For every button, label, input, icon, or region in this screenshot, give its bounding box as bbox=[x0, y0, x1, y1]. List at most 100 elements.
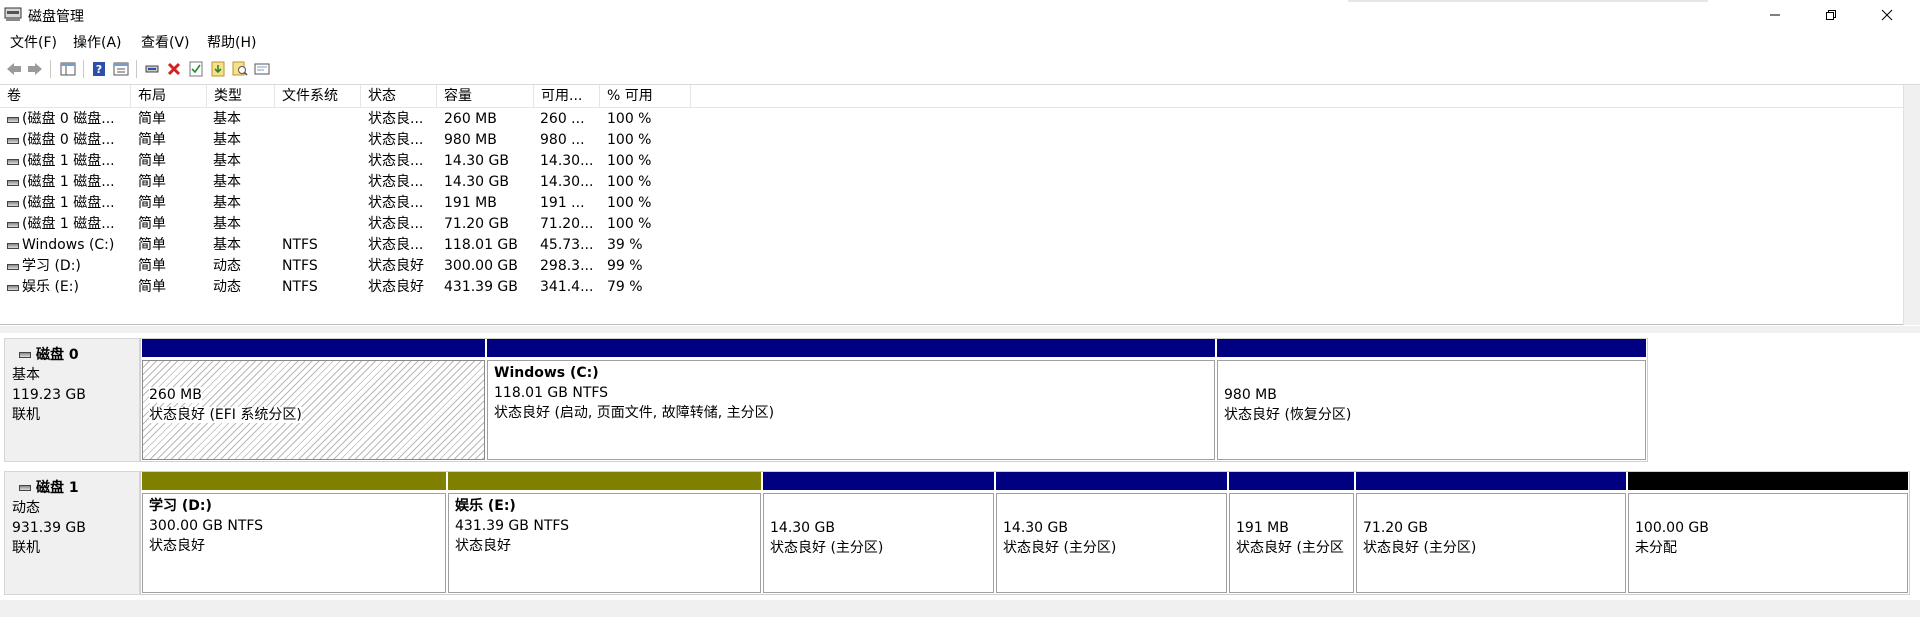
cell-layout: 简单 bbox=[138, 216, 166, 232]
minimize-icon bbox=[1770, 14, 1780, 16]
partition-primary-3[interactable]: 191 MB 状态良好 (主分区 bbox=[1228, 472, 1355, 594]
window-title: 磁盘管理 bbox=[28, 9, 84, 25]
minimize-button[interactable] bbox=[1752, 0, 1798, 30]
cell-layout: 简单 bbox=[138, 174, 166, 190]
back-icon bbox=[7, 63, 21, 75]
partition-body: 娱乐 (E:) 431.39 GB NTFS 状态良好 bbox=[448, 493, 761, 593]
partition-primary-4[interactable]: 71.20 GB 状态良好 (主分区) bbox=[1355, 472, 1627, 594]
cell-status: 状态良好 bbox=[368, 258, 424, 274]
cell-status: 状态良... bbox=[368, 216, 424, 232]
vertical-scrollbar[interactable] bbox=[1903, 85, 1920, 325]
search-button[interactable] bbox=[229, 58, 251, 80]
column-header-volume[interactable]: 卷 bbox=[0, 85, 131, 108]
console-tree-button[interactable] bbox=[57, 58, 79, 80]
disk-1-label[interactable]: 磁盘 1 动态 931.39 GB 联机 bbox=[4, 471, 140, 595]
connect-icon bbox=[145, 65, 159, 73]
column-header-filesystem[interactable]: 文件系统 bbox=[275, 85, 361, 108]
cell-free: 191 ... bbox=[540, 195, 585, 211]
back-button[interactable] bbox=[3, 58, 25, 80]
cell-volume: (磁盘 1 磁盘... bbox=[22, 174, 115, 190]
cell-percent-free: 39 % bbox=[607, 237, 643, 253]
cell-capacity: 980 MB bbox=[444, 132, 497, 148]
help-button[interactable]: ? bbox=[88, 58, 110, 80]
column-header-free[interactable]: 可用... bbox=[534, 85, 600, 108]
column-header-layout[interactable]: 布局 bbox=[131, 85, 207, 108]
column-header-status[interactable]: 状态 bbox=[361, 85, 437, 108]
volume-icon bbox=[7, 117, 19, 123]
pane-splitter[interactable] bbox=[0, 326, 1920, 333]
cell-percent-free: 100 % bbox=[607, 216, 652, 232]
partition-bar bbox=[1217, 339, 1646, 357]
import-button[interactable] bbox=[207, 58, 229, 80]
table-row[interactable]: (磁盘 0 磁盘... 简单 基本 状态良... 980 MB 980 ... 100 % bbox=[0, 130, 1920, 151]
check-button[interactable] bbox=[185, 58, 207, 80]
partition-status: 状态良好 (主分区) bbox=[1363, 540, 1477, 556]
column-header-percent-free[interactable]: % 可用 bbox=[600, 85, 691, 108]
table-row[interactable]: Windows (C:) 简单 基本 NTFS 状态良... 118.01 GB 45.73… bbox=[0, 235, 1920, 256]
volume-icon bbox=[7, 264, 19, 270]
cell-filesystem: NTFS bbox=[282, 279, 318, 295]
disk-1-name: 磁盘 1 bbox=[36, 480, 79, 496]
connect-button[interactable] bbox=[141, 58, 163, 80]
properties-button[interactable] bbox=[110, 58, 132, 80]
partition-recovery[interactable]: 980 MB 状态良好 (恢复分区) bbox=[1216, 339, 1647, 461]
table-row[interactable]: (磁盘 1 磁盘... 简单 基本 状态良... 191 MB 191 ... 100 % bbox=[0, 193, 1920, 214]
help-icon: ? bbox=[93, 62, 105, 76]
menu-view[interactable]: 查看(V) bbox=[141, 32, 190, 52]
close-button[interactable] bbox=[1864, 0, 1910, 30]
cell-capacity: 118.01 GB bbox=[444, 237, 518, 253]
disk-0-title: 磁盘 0 bbox=[12, 345, 139, 365]
cell-filesystem: NTFS bbox=[282, 258, 318, 274]
partition-unallocated[interactable]: 100.00 GB 未分配 bbox=[1627, 472, 1909, 594]
partition-efi[interactable]: 260 MB 状态良好 (EFI 系统分区) bbox=[141, 339, 486, 461]
partition-size: 260 MB bbox=[149, 387, 202, 403]
partition-size: 431.39 GB NTFS bbox=[455, 518, 570, 534]
table-row[interactable]: (磁盘 1 磁盘... 简单 基本 状态良... 14.30 GB 14.30... 100… bbox=[0, 172, 1920, 193]
cell-filesystem bbox=[282, 214, 360, 235]
table-row[interactable]: 娱乐 (E:) 简单 动态 NTFS 状态良好 431.39 GB 341.4... 79 % bbox=[0, 277, 1920, 298]
partition-size: 980 MB bbox=[1224, 387, 1277, 403]
disk-icon bbox=[19, 485, 31, 491]
menu-action[interactable]: 操作(A) bbox=[73, 32, 122, 52]
cell-free: 14.30... bbox=[540, 153, 594, 169]
column-header-capacity[interactable]: 容量 bbox=[437, 85, 534, 108]
partition-primary-1[interactable]: 14.30 GB 状态良好 (主分区) bbox=[762, 472, 995, 594]
list-header: 卷 布局 类型 文件系统 状态 容量 可用... % 可用 bbox=[0, 85, 1920, 108]
volume-icon bbox=[7, 159, 19, 165]
cell-type: 基本 bbox=[213, 111, 241, 127]
partition-size: 300.00 GB NTFS bbox=[149, 518, 264, 534]
disk-1-title: 磁盘 1 bbox=[12, 478, 139, 498]
table-row[interactable]: (磁盘 1 磁盘... 简单 基本 状态良... 71.20 GB 71.20... 100… bbox=[0, 214, 1920, 235]
cell-filesystem bbox=[282, 172, 360, 193]
partition-primary-2[interactable]: 14.30 GB 状态良好 (主分区) bbox=[995, 472, 1228, 594]
cell-volume: (磁盘 1 磁盘... bbox=[22, 216, 115, 232]
partition-entertainment-e[interactable]: 娱乐 (E:) 431.39 GB NTFS 状态良好 bbox=[447, 472, 762, 594]
forward-button[interactable] bbox=[24, 58, 46, 80]
disk-0-label[interactable]: 磁盘 0 基本 119.23 GB 联机 bbox=[4, 338, 140, 462]
table-row[interactable]: 学习 (D:) 简单 动态 NTFS 状态良好 300.00 GB 298.3... 99 % bbox=[0, 256, 1920, 277]
cell-volume: Windows (C:) bbox=[22, 237, 115, 253]
cell-status: 状态良... bbox=[368, 174, 424, 190]
disk-0-size: 119.23 GB bbox=[12, 387, 86, 403]
table-row[interactable]: (磁盘 1 磁盘... 简单 基本 状态良... 14.30 GB 14.30... 100… bbox=[0, 151, 1920, 172]
titlebar-shadow bbox=[1348, 0, 1708, 2]
settings-button[interactable] bbox=[251, 58, 273, 80]
partition-body: 260 MB 状态良好 (EFI 系统分区) bbox=[142, 360, 485, 460]
cell-capacity: 260 MB bbox=[444, 111, 497, 127]
disk-icon bbox=[19, 352, 31, 358]
menu-help[interactable]: 帮助(H) bbox=[207, 32, 256, 52]
partition-study-d[interactable]: 学习 (D:) 300.00 GB NTFS 状态良好 bbox=[141, 472, 447, 594]
restore-button[interactable] bbox=[1808, 0, 1854, 30]
delete-button[interactable] bbox=[163, 58, 185, 80]
disk-1-state: 联机 bbox=[12, 540, 40, 556]
partition-status: 未分配 bbox=[1635, 540, 1677, 556]
cell-capacity: 14.30 GB bbox=[444, 153, 509, 169]
cell-layout: 简单 bbox=[138, 258, 166, 274]
partition-windows-c[interactable]: Windows (C:) 118.01 GB NTFS 状态良好 (启动, 页面… bbox=[486, 339, 1216, 461]
menu-file[interactable]: 文件(F) bbox=[10, 32, 57, 52]
column-header-type[interactable]: 类型 bbox=[207, 85, 275, 108]
cell-volume: (磁盘 1 磁盘... bbox=[22, 195, 115, 211]
close-icon bbox=[1881, 9, 1893, 21]
table-row[interactable]: (磁盘 0 磁盘... 简单 基本 状态良... 260 MB 260 ... 100 % bbox=[0, 109, 1920, 130]
toolbar-separator bbox=[136, 60, 137, 78]
